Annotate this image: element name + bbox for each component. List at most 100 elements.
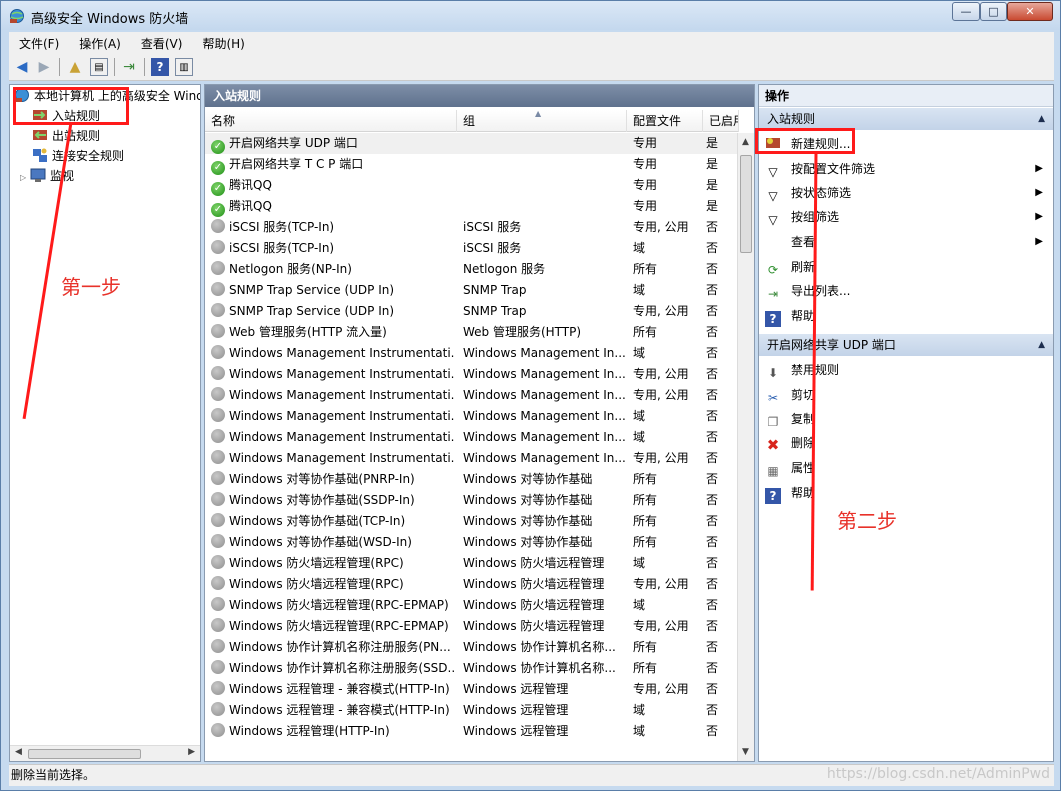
table-row[interactable]: Windows 协作计算机名称注册服务(SSD... Windows 协作计算机名… bbox=[205, 658, 739, 679]
action-filter-by-group[interactable]: ▽按组筛选▶ bbox=[765, 205, 1049, 229]
collapse-arrow-icon[interactable]: ▲ bbox=[1038, 108, 1045, 130]
actions-section-selected-rule[interactable]: 开启网络共享 UDP 端口 ▲ bbox=[759, 334, 1053, 356]
table-row[interactable]: Windows 远程管理 - 兼容模式(HTTP-In) Windows 远程管理… bbox=[205, 700, 739, 721]
table-row[interactable]: Web 管理服务(HTTP 流入量) Web 管理服务(HTTP) 所有 否 bbox=[205, 322, 739, 343]
table-row[interactable]: iSCSI 服务(TCP-In) iSCSI 服务 专用, 公用 否 bbox=[205, 217, 739, 238]
action-filter-by-profile[interactable]: ▽ 按配置文件筛选 ▶ bbox=[765, 157, 1049, 181]
actions-header: 操作 bbox=[759, 85, 1053, 107]
action-cut[interactable]: ✂ 剪切 bbox=[765, 383, 1049, 407]
minimize-button[interactable]: — bbox=[952, 2, 980, 21]
table-row[interactable]: Windows 防火墙远程管理(RPC-EPMAP) Windows 防火墙远程管… bbox=[205, 616, 739, 637]
tree-horizontal-scrollbar[interactable]: ◀ ▶ bbox=[10, 745, 200, 761]
title-bar[interactable]: 高级安全 Windows 防火墙 — □ ✕ bbox=[1, 1, 1060, 30]
table-row[interactable]: Windows 对等协作基础(TCP-In) Windows 对等协作基础 所有 否 bbox=[205, 511, 739, 532]
action-help-rule[interactable]: ? 帮助 bbox=[765, 481, 1049, 505]
scroll-up-icon[interactable]: ▲ bbox=[742, 137, 749, 147]
list-vertical-scrollbar[interactable]: ▲ ▼ bbox=[737, 133, 754, 761]
table-row[interactable]: Windows 远程管理 - 兼容模式(HTTP-In) Windows 远程管理… bbox=[205, 679, 739, 700]
collapse-arrow-icon[interactable]: ▲ bbox=[1038, 334, 1045, 356]
table-row[interactable]: ✓ 腾讯QQ 专用 是 bbox=[205, 175, 739, 196]
disabled-rule-icon bbox=[211, 303, 225, 317]
table-row[interactable]: Windows Management Instrumentati... Windo… bbox=[205, 343, 739, 364]
expand-arrow-icon[interactable]: ▷ bbox=[20, 168, 30, 188]
tree-item-monitoring[interactable]: ▷监视 bbox=[20, 166, 74, 186]
column-header-group[interactable]: 组 bbox=[457, 110, 627, 132]
table-row[interactable]: Windows 协作计算机名称注册服务(PN... Windows 协作计算机名称… bbox=[205, 637, 739, 658]
table-row[interactable]: Windows Management Instrumentati... Windo… bbox=[205, 364, 739, 385]
menu-view[interactable]: 查看(V) bbox=[131, 32, 193, 52]
table-row[interactable]: SNMP Trap Service (UDP In) SNMP Trap 专用, 公… bbox=[205, 301, 739, 322]
table-row[interactable]: ✓ 开启网络共享 T C P 端口 专用 是 bbox=[205, 154, 739, 175]
disabled-rule-icon bbox=[211, 534, 225, 548]
table-row[interactable]: Windows 对等协作基础(PNRP-In) Windows 对等协作基础 所有 否 bbox=[205, 469, 739, 490]
rule-profile-cell: 专用 bbox=[633, 178, 658, 192]
menu-action[interactable]: 操作(A) bbox=[69, 32, 131, 52]
column-header-enabled[interactable]: 已启用 bbox=[703, 110, 739, 132]
table-row[interactable]: Windows 防火墙远程管理(RPC) Windows 防火墙远程管理 专用, 公… bbox=[205, 574, 739, 595]
table-row[interactable]: ✓ 腾讯QQ 专用 是 bbox=[205, 196, 739, 217]
rule-group-cell: iSCSI 服务 bbox=[463, 241, 522, 255]
show-hide-tree-icon[interactable]: ▤ bbox=[90, 58, 108, 76]
action-properties[interactable]: ▦ 属性 bbox=[765, 456, 1049, 480]
rule-profile-cell: 专用, 公用 bbox=[633, 367, 689, 381]
actions-section-inbound-rules[interactable]: 入站规则 ▲ bbox=[759, 108, 1053, 130]
table-row[interactable]: Netlogon 服务(NP-In) Netlogon 服务 所有 否 bbox=[205, 259, 739, 280]
table-row[interactable]: ✓ 开启网络共享 UDP 端口 专用 是 bbox=[205, 133, 739, 154]
tree-view: 本地计算机 上的高级安全 Windows 入站规则 出站规则 连接安全规则 ▷监… bbox=[10, 85, 200, 745]
connection-security-icon bbox=[33, 148, 47, 162]
close-button[interactable]: ✕ bbox=[1007, 2, 1053, 21]
rule-group-cell: Windows 对等协作基础 bbox=[463, 535, 593, 549]
table-row[interactable]: Windows 对等协作基础(SSDP-In) Windows 对等协作基础 所有 否 bbox=[205, 490, 739, 511]
action-refresh[interactable]: ⟳ 刷新 bbox=[765, 255, 1049, 279]
scroll-thumb[interactable] bbox=[740, 155, 752, 253]
action-export-list[interactable]: ⇥ 导出列表... bbox=[765, 279, 1049, 303]
filter-icon: ▽ bbox=[768, 213, 778, 227]
rule-enabled-cell: 否 bbox=[706, 220, 719, 234]
action-filter-by-state[interactable]: ▽ 按状态筛选 ▶ bbox=[765, 181, 1049, 205]
scroll-left-icon[interactable]: ◀ bbox=[15, 747, 22, 757]
table-row[interactable]: Windows Management Instrumentati... Windo… bbox=[205, 427, 739, 448]
action-view[interactable]: 查看 ▶ bbox=[765, 230, 1049, 254]
help-icon[interactable]: ? bbox=[151, 58, 169, 76]
column-header-name[interactable]: 名称 bbox=[205, 110, 457, 132]
rule-profile-cell: 域 bbox=[633, 598, 646, 612]
table-row[interactable]: Windows 对等协作基础(WSD-In) Windows 对等协作基础 所有 否 bbox=[205, 532, 739, 553]
disabled-rule-icon bbox=[211, 555, 225, 569]
rule-name-cell: Windows 对等协作基础(SSDP-In) bbox=[211, 490, 455, 511]
rule-group-cell: Windows Management In... bbox=[463, 388, 626, 402]
maximize-button[interactable]: □ bbox=[980, 2, 1007, 21]
menu-file[interactable]: 文件(F) bbox=[9, 32, 69, 52]
export-icon[interactable]: ⇥ bbox=[120, 58, 138, 76]
rule-enabled-cell: 否 bbox=[706, 367, 719, 381]
disabled-rule-icon bbox=[211, 576, 225, 590]
action-copy[interactable]: ❐ 复制 bbox=[765, 407, 1049, 431]
table-row[interactable]: Windows Management Instrumentati... Windo… bbox=[205, 406, 739, 427]
action-help[interactable]: ? 帮助 bbox=[765, 304, 1049, 328]
rule-enabled-cell: 否 bbox=[706, 493, 719, 507]
table-row[interactable]: Windows 防火墙远程管理(RPC) Windows 防火墙远程管理 域 否 bbox=[205, 553, 739, 574]
table-row[interactable]: Windows 防火墙远程管理(RPC-EPMAP) Windows 防火墙远程管… bbox=[205, 595, 739, 616]
forward-arrow-icon[interactable]: ▶ bbox=[35, 58, 53, 76]
menu-help[interactable]: 帮助(H) bbox=[192, 32, 254, 52]
rule-name-cell: Windows 防火墙远程管理(RPC-EPMAP) bbox=[211, 595, 455, 616]
table-row[interactable]: iSCSI 服务(TCP-In) iSCSI 服务 域 否 bbox=[205, 238, 739, 259]
tree-item-connection-security-rules[interactable]: 连接安全规则 bbox=[32, 146, 124, 166]
table-row[interactable]: Windows Management Instrumentati... Windo… bbox=[205, 448, 739, 469]
show-hide-action-pane-icon[interactable]: ▥ bbox=[175, 58, 193, 76]
scroll-right-icon[interactable]: ▶ bbox=[188, 747, 195, 757]
action-delete[interactable]: ✖ 删除 bbox=[765, 431, 1049, 455]
up-folder-icon[interactable]: ▲ bbox=[66, 58, 84, 76]
table-row[interactable]: Windows Management Instrumentati... Windo… bbox=[205, 385, 739, 406]
table-row[interactable]: SNMP Trap Service (UDP In) SNMP Trap 域 否 bbox=[205, 280, 739, 301]
back-arrow-icon[interactable]: ◀ bbox=[13, 58, 31, 76]
firewall-window: 高级安全 Windows 防火墙 — □ ✕ 文件(F) 操作(A) 查看(V) 帮助… bbox=[0, 0, 1061, 791]
column-header-profile[interactable]: 配置文件 bbox=[627, 110, 703, 132]
rule-enabled-cell: 否 bbox=[706, 598, 719, 612]
scroll-down-icon[interactable]: ▼ bbox=[742, 747, 749, 757]
rule-profile-cell: 专用 bbox=[633, 199, 658, 213]
table-row[interactable]: Windows 远程管理(HTTP-In) Windows 远程管理 域 否 bbox=[205, 721, 739, 742]
help-icon: ? bbox=[765, 488, 781, 504]
scroll-thumb[interactable] bbox=[28, 749, 141, 759]
action-disable-rule[interactable]: ⬇禁用规则 bbox=[765, 358, 1049, 382]
rule-profile-cell: 域 bbox=[633, 283, 646, 297]
